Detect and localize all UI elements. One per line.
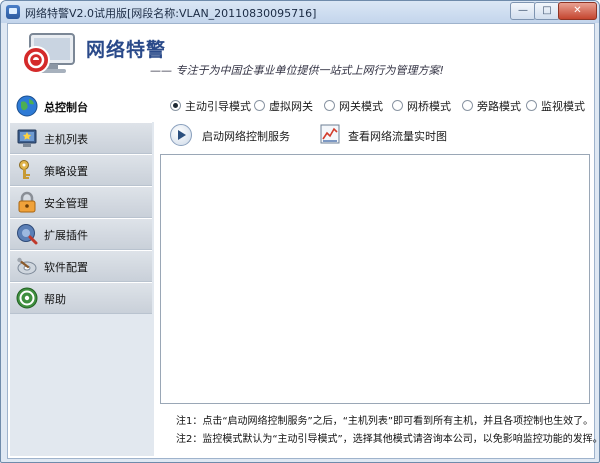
sidebar-item-label: 帮助 — [44, 293, 66, 306]
start-service-button[interactable]: 启动网络控制服务 — [170, 124, 300, 146]
client-area: 网络特警 —— 专注于为中国企事业单位提供一站式上网行为管理方案! 总控制台 主… — [7, 23, 599, 459]
help-icon — [16, 287, 38, 309]
lock-icon — [18, 191, 36, 213]
view-traffic-chart-button[interactable]: 查看网络流量实时图 — [320, 124, 460, 146]
app-icon — [6, 5, 20, 19]
title-bar[interactable]: 网络特警V2.0试用版[网段名称:VLAN_20110830095716] — … — [1, 1, 599, 23]
brand-title: 网络特警 — [86, 39, 167, 61]
sidebar-item-label: 扩展插件 — [44, 229, 88, 242]
radio-button[interactable] — [170, 100, 181, 111]
sidebar-item-label: 策略设置 — [44, 165, 88, 178]
view-traffic-chart-label: 查看网络流量实时图 — [348, 130, 447, 143]
sidebar-item-host-list[interactable]: 主机列表 — [10, 122, 152, 154]
mode-label: 网桥模式 — [407, 100, 451, 113]
radio-button[interactable] — [254, 100, 265, 111]
mode-label: 主动引导模式 — [185, 100, 251, 113]
slogan: —— 专注于为中国企事业单位提供一站式上网行为管理方案! — [150, 64, 444, 77]
sidebar-item-label: 软件配置 — [44, 261, 88, 274]
radio-button[interactable] — [462, 100, 473, 111]
minimize-button[interactable]: — — [510, 2, 536, 20]
sidebar-item-console[interactable]: 总控制台 — [10, 90, 154, 122]
sidebar-item-security[interactable]: 安全管理 — [10, 186, 152, 218]
mode-label: 网关模式 — [339, 100, 383, 113]
app-window: 网络特警V2.0试用版[网段名称:VLAN_20110830095716] — … — [0, 0, 600, 463]
sidebar-item-policy[interactable]: 策略设置 — [10, 154, 152, 186]
plugin-icon — [17, 224, 38, 245]
sidebar-item-help[interactable]: 帮助 — [10, 282, 152, 314]
header-banner: 网络特警 —— 专注于为中国企事业单位提供一站式上网行为管理方案! — [8, 24, 594, 87]
note-1: 注1：点击“启动网络控制服务”之后，“主机列表”即可看到所有主机，并且各项控制也… — [176, 416, 594, 427]
radio-button[interactable] — [392, 100, 403, 111]
sidebar-item-label: 总控制台 — [44, 101, 88, 114]
mode-label: 监视模式 — [541, 100, 585, 113]
radio-button[interactable] — [526, 100, 537, 111]
mode-label: 旁路模式 — [477, 100, 521, 113]
sidebar: 总控制台 主机列表 策略设置 安全管理 扩展插件 软件配置 帮助 — [10, 90, 154, 456]
log-output-area[interactable] — [160, 154, 590, 404]
radio-button[interactable] — [324, 100, 335, 111]
window-title: 网络特警V2.0试用版[网段名称:VLAN_20110830095716] — [25, 7, 317, 20]
logo-icon — [22, 33, 75, 74]
sidebar-item-plugins[interactable]: 扩展插件 — [10, 218, 152, 250]
start-service-label: 启动网络控制服务 — [202, 130, 290, 143]
sidebar-item-software-config[interactable]: 软件配置 — [10, 250, 152, 282]
sidebar-item-label: 安全管理 — [44, 197, 88, 210]
key-icon — [19, 160, 30, 179]
close-button[interactable]: ✕ — [558, 2, 597, 20]
globe-icon — [16, 95, 38, 117]
mode-label: 虚拟网关 — [269, 100, 313, 113]
sidebar-item-label: 主机列表 — [44, 133, 88, 146]
settings-disc-icon — [17, 257, 37, 275]
monitor-star-icon — [17, 129, 37, 147]
play-icon — [170, 124, 192, 146]
maximize-button[interactable]: □ — [534, 2, 560, 20]
note-2: 注2：监控模式默认为“主动引导模式”，选择其他模式请咨询本公司，以免影响监控功能… — [176, 434, 600, 445]
main-panel: 主动引导模式 虚拟网关 网关模式 网桥模式 旁路模式 监视模式 启动网络控制服务… — [156, 90, 599, 456]
traffic-chart-icon — [320, 124, 340, 144]
